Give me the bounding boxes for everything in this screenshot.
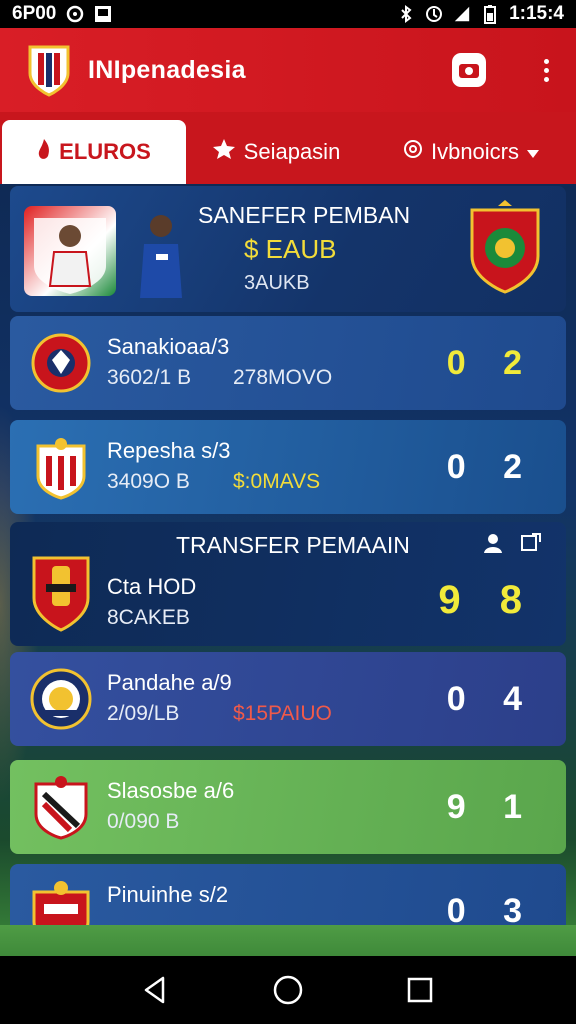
transfer-fee: 2/09/LB (107, 702, 180, 725)
transfer-fee: 3602/1 B (107, 366, 192, 389)
transfer-section-card[interactable]: TRANSFER PEMAAIN Cta HOD 8CAKEB 9 8 (10, 522, 566, 646)
tab-label: Ivbnoicrs (430, 139, 520, 164)
club-crest-icon[interactable] (26, 43, 72, 97)
transfer-card[interactable]: Sanakioaa/3 3602/1 B 278MOVO 0 2 (10, 316, 566, 410)
score: 9 8 (438, 578, 536, 622)
tab-ivbnoicrs[interactable]: Ivbnoicrs (366, 120, 576, 184)
club-crest-icon (30, 550, 92, 632)
at-icon (403, 139, 423, 165)
user-icon[interactable] (482, 532, 504, 559)
hero-price: $ EAUB (244, 234, 337, 264)
camera-icon[interactable] (452, 53, 486, 87)
transfer-fee: 8CAKEB (107, 606, 190, 629)
fire-icon (37, 138, 51, 166)
status-left-text: 6P00 (12, 3, 57, 24)
status-bar: 6P00 1:15:4 (0, 0, 576, 28)
system-nav-bar (0, 956, 576, 1024)
player-name: Slasosbe a/6 (107, 778, 235, 803)
market-value: 278MOVO (233, 366, 333, 389)
hero-title: SANEFER PEMBAN (198, 202, 411, 228)
more-vert-icon[interactable] (536, 53, 556, 87)
card-actions (482, 532, 542, 559)
score: 0 2 (446, 448, 536, 486)
club-crest-icon (30, 666, 92, 732)
transfer-fee: 0/090 B (107, 810, 180, 833)
player-name: Sanakioaa/3 (107, 334, 230, 359)
score: 0 2 (446, 344, 536, 382)
section-title: TRANSFER PEMAAIN (176, 532, 410, 558)
tab-label: ELUROS (59, 139, 151, 164)
bottom-sheet-edge (0, 925, 576, 956)
score: 9 1 (446, 788, 536, 826)
player-name: Pandahe a/9 (107, 670, 232, 695)
player-photo (24, 206, 116, 296)
recents-icon[interactable] (400, 970, 440, 1010)
transfer-card[interactable]: Pandahe a/9 2/09/LB $15PAIUO 0 4 (10, 652, 566, 746)
battery-icon (481, 5, 499, 24)
club-crest-icon (30, 330, 92, 396)
transfer-card[interactable]: Repesha s/3 3409O B $:0MAVS 0 2 (10, 420, 566, 514)
vibrate-icon (425, 5, 443, 23)
tab-euros[interactable]: ELUROS (2, 120, 186, 184)
bluetooth-icon (397, 5, 415, 23)
transfer-list[interactable]: SANEFER PEMBAN $ EAUB 3AUKB Sanakioaa/3 … (0, 184, 576, 956)
tab-seiapasin[interactable]: Seiapasin (186, 120, 366, 184)
whatsapp-icon (66, 5, 84, 23)
hero-subtitle: 3AUKB (244, 272, 310, 294)
score: 0 4 (446, 680, 536, 718)
player-name: Repesha s/3 (107, 438, 231, 463)
player-photo (132, 204, 190, 300)
app-bar: INIpenadesia (0, 28, 576, 112)
image-icon (94, 5, 112, 23)
player-name: Pinuinhe s/2 (107, 882, 229, 907)
market-value: $15PAIUO (233, 702, 332, 725)
status-time: 1:15:4 (509, 3, 564, 24)
share-icon[interactable] (520, 532, 542, 559)
transfer-fee: 3409O B (107, 470, 190, 493)
player-name: Cta HOD (107, 574, 197, 599)
chevron-down-icon (527, 139, 540, 165)
star-icon (212, 138, 236, 166)
signal-icon (453, 5, 471, 23)
transfer-card[interactable]: Slasosbe a/6 0/090 B 9 1 (10, 760, 566, 854)
club-crest-icon (30, 774, 92, 840)
market-value: $:0MAVS (233, 470, 321, 493)
hero-card[interactable]: SANEFER PEMBAN $ EAUB 3AUKB (10, 186, 566, 312)
back-icon[interactable] (136, 970, 176, 1010)
club-crest-icon (30, 434, 92, 500)
tab-bar: ELUROS Seiapasin Ivbnoicrs (0, 112, 576, 184)
app-title: INIpenadesia (88, 55, 246, 84)
tab-label: Seiapasin (243, 139, 341, 164)
club-crest-icon (468, 200, 542, 296)
home-icon[interactable] (268, 970, 308, 1010)
